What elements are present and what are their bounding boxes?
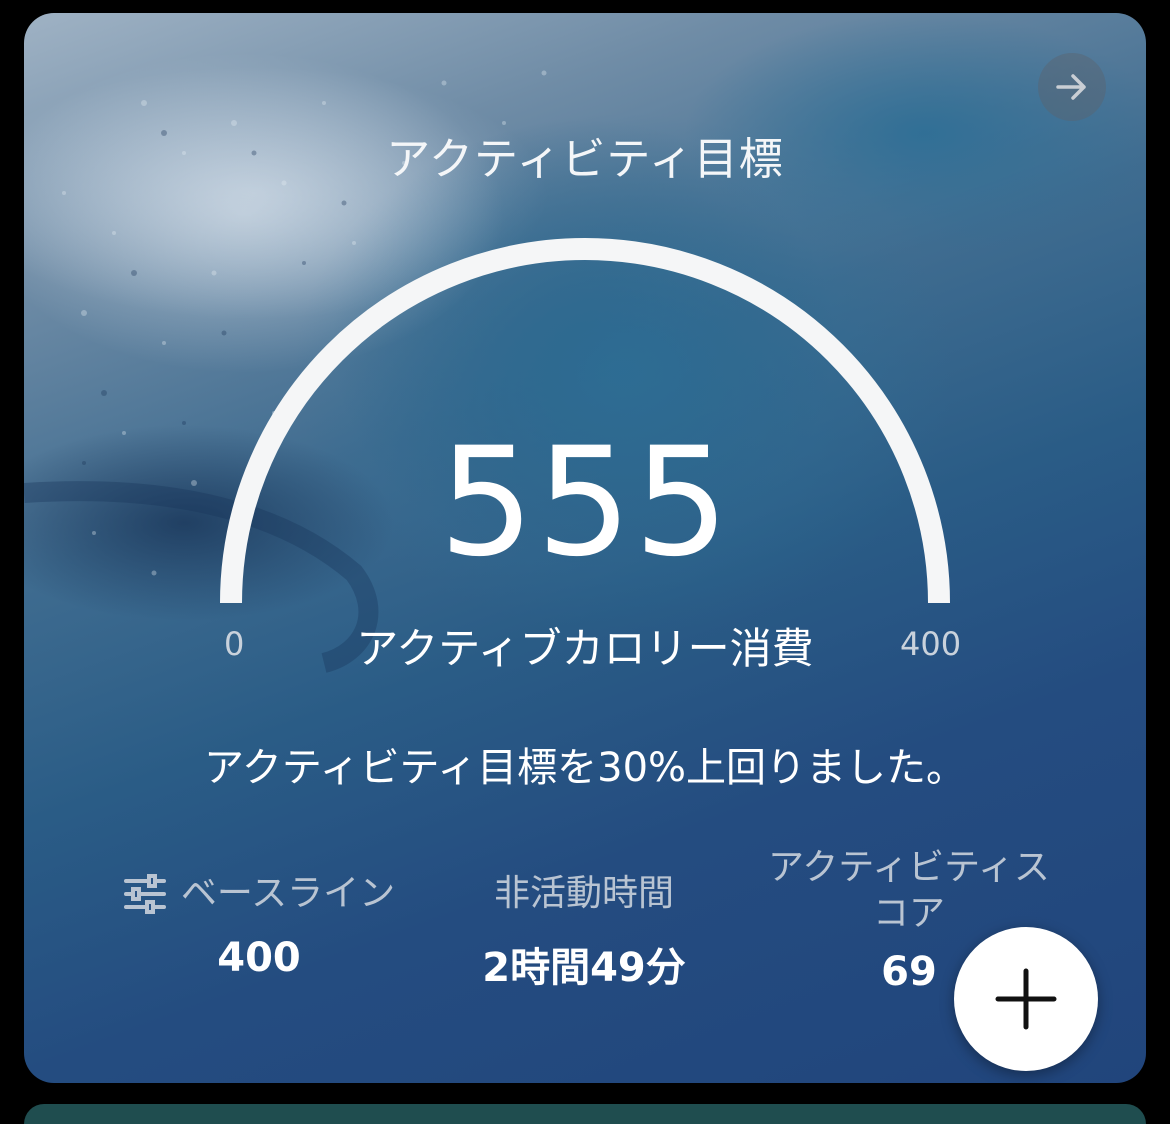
add-button[interactable] xyxy=(954,927,1098,1071)
calories-label: アクティブカロリー消費 xyxy=(356,624,814,673)
goal-message: アクティビティ目標を30%上回りました。 xyxy=(203,745,967,791)
gauge-min-label: 0 xyxy=(224,625,245,663)
stat-baseline[interactable]: ベースライン 400 xyxy=(104,871,414,981)
next-card-edge xyxy=(24,1104,1146,1124)
inactive-time-label: 非活動時間 xyxy=(493,873,674,914)
activity-score-label-line1: アクティビティス xyxy=(768,847,1050,888)
baseline-value: 400 xyxy=(217,935,301,981)
baseline-label: ベースライン xyxy=(180,873,396,914)
stat-inactive-time: 非活動時間 2時間49分 xyxy=(444,871,724,993)
gauge-max-label: 400 xyxy=(900,625,962,663)
inactive-time-value: 2時間49分 xyxy=(482,945,686,991)
calories-value: 555 xyxy=(438,416,732,590)
sliders-icon xyxy=(123,874,166,914)
plus-icon xyxy=(995,968,1057,1030)
activity-goal-card[interactable]: アクティビティ目標 555 アクティブカロリー消費 0 400 アクティビティ目… xyxy=(24,13,1146,1083)
